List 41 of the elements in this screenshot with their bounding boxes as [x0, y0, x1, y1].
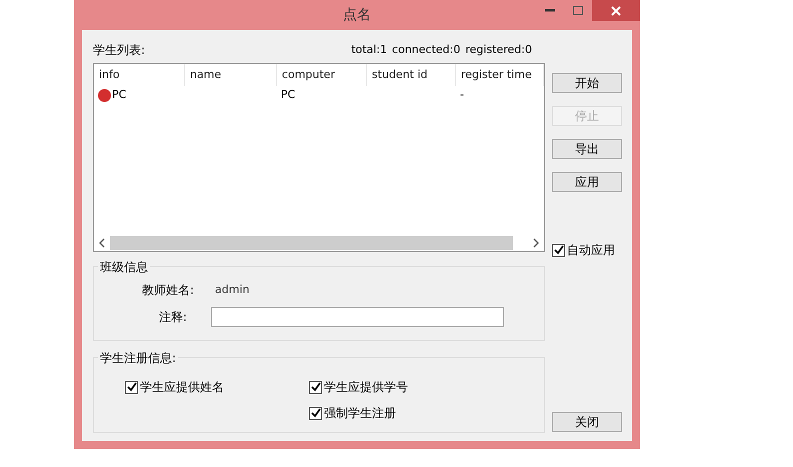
- column-header[interactable]: register time: [456, 64, 544, 86]
- column-header[interactable]: info: [94, 64, 185, 86]
- checkbox-option[interactable]: 学生应提供学号: [309, 378, 544, 396]
- checkbox[interactable]: [309, 406, 322, 420]
- note-input-field[interactable]: [210, 307, 504, 327]
- checkmark-icon: [554, 245, 564, 255]
- teacher-name: admin: [215, 282, 250, 298]
- checkmark-icon: [126, 382, 136, 392]
- action-button[interactable]: 开始: [552, 73, 622, 93]
- close-button[interactable]: 关闭: [552, 412, 622, 432]
- maximize-icon: [573, 6, 583, 14]
- teacher-label: 教师姓名:: [140, 282, 194, 299]
- checkbox[interactable]: [309, 380, 322, 394]
- student-list-label: 学生列表:: [93, 42, 146, 59]
- scrollbar-thumb[interactable]: [110, 236, 513, 250]
- column-header[interactable]: name: [184, 64, 277, 86]
- note-label: 注释:: [158, 309, 187, 326]
- action-button[interactable]: 导出: [552, 139, 622, 159]
- stat-text: connected:0: [392, 42, 460, 58]
- checkbox[interactable]: [552, 244, 565, 256]
- table-cell-text: PC: [280, 86, 296, 103]
- checkmark-icon: [310, 408, 320, 418]
- group-title: 班级信息: [98, 258, 150, 276]
- stat-text: total:1: [351, 42, 388, 58]
- checkbox[interactable]: [125, 380, 138, 394]
- group-title: 学生注册信息:: [98, 349, 178, 367]
- close-icon: [611, 6, 621, 16]
- window-title: 点名: [343, 6, 371, 24]
- column-header[interactable]: computer: [276, 64, 367, 86]
- table-cell-text: -: [460, 86, 464, 103]
- checkmark-icon: [310, 382, 320, 392]
- minimize-icon: [545, 8, 555, 12]
- close-window-button[interactable]: [592, 0, 640, 21]
- checkbox-option[interactable]: 自动应用: [552, 241, 622, 259]
- action-button[interactable]: 应用: [552, 172, 622, 192]
- checkbox-option[interactable]: 学生应提供姓名: [125, 378, 309, 396]
- checkbox-option[interactable]: 强制学生注册: [309, 404, 544, 422]
- table-cell-text: PC: [112, 86, 126, 103]
- column-header[interactable]: student id: [366, 64, 456, 86]
- table-row[interactable]: PC PC -: [94, 86, 544, 104]
- stat-text: registered:0: [465, 42, 532, 58]
